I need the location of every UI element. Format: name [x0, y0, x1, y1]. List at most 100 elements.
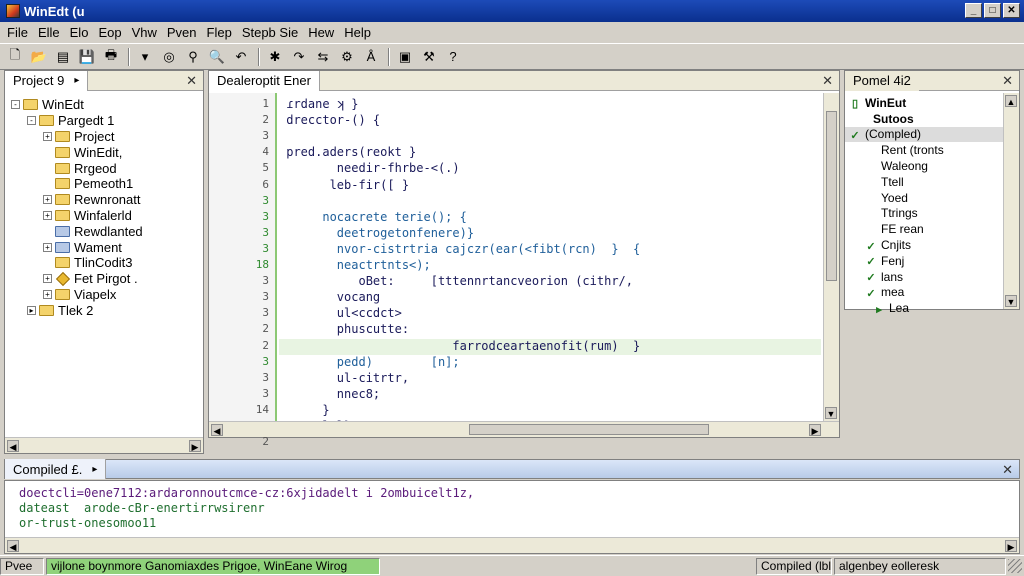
- tree-item[interactable]: + Rewnronatt: [7, 192, 201, 208]
- code-line[interactable]: oBet: [tttennrtancveorion (cithr/,: [279, 274, 821, 290]
- scroll-right-icon[interactable]: ▶: [189, 440, 201, 452]
- code-line[interactable]: leb-fir([ }: [279, 178, 821, 194]
- code-line[interactable]: pred.aders(reokt }: [279, 145, 821, 161]
- scroll-down-icon[interactable]: ▼: [1005, 295, 1017, 307]
- scroll-left-icon[interactable]: ◀: [7, 440, 19, 452]
- new-file-icon[interactable]: 🗋: [4, 46, 26, 68]
- undo-icon[interactable]: ↶: [230, 46, 252, 68]
- tab-arrow-icon[interactable]: ▸: [74, 75, 79, 86]
- open-folder-icon[interactable]: 📂: [28, 46, 50, 68]
- code-line[interactable]: nvor-cistrtria cajczr(ear(<fibt(rcn) } {: [279, 242, 821, 258]
- tab-compiler[interactable]: Compiled £. ▸: [5, 459, 107, 479]
- code-line[interactable]: [279, 129, 821, 145]
- tab-project[interactable]: Project 9 ▸: [5, 70, 89, 91]
- tree-item[interactable]: + Viapelx: [7, 287, 201, 303]
- structure-item[interactable]: Waleong: [845, 158, 1003, 174]
- collapse-icon[interactable]: -: [11, 100, 20, 110]
- code-line[interactable]: drecctor-() {: [279, 113, 821, 129]
- structure-item[interactable]: Sutoos: [845, 111, 1003, 127]
- tree-item[interactable]: ▸ Tlek 2: [7, 302, 201, 318]
- minimize-button[interactable]: _: [965, 3, 982, 18]
- code-line[interactable]: vocang: [279, 290, 821, 306]
- vertical-scroll-thumb[interactable]: [826, 111, 837, 281]
- code-line[interactable]: ul<ccdct>: [279, 306, 821, 322]
- structure-item[interactable]: ✓ mea: [845, 285, 1003, 301]
- menu-item-4[interactable]: Vhw: [127, 25, 162, 40]
- structure-item[interactable]: Ttrings: [845, 206, 1003, 222]
- structure-item[interactable]: Yoed: [845, 190, 1003, 206]
- tree-item[interactable]: + Wament: [7, 239, 201, 255]
- tree-item[interactable]: - WinEdt: [7, 97, 201, 113]
- tab-editor-document[interactable]: Dealeroptit Ener: [209, 70, 320, 91]
- tree-item[interactable]: WinEdit,: [7, 144, 201, 160]
- expand-icon[interactable]: +: [43, 195, 52, 205]
- code-line[interactable]: deetrogetonfenere)}: [279, 226, 821, 242]
- print-icon[interactable]: 🖶: [100, 46, 122, 68]
- collapse-icon[interactable]: -: [27, 116, 36, 126]
- expand-icon[interactable]: +: [43, 242, 52, 252]
- compiler-close-icon[interactable]: ✕: [1002, 462, 1013, 478]
- structure-item[interactable]: ▯ WinEut: [845, 95, 1003, 111]
- code-line[interactable]: neactrtnts<);: [279, 258, 821, 274]
- tree-item[interactable]: Rrgeod: [7, 160, 201, 176]
- viewer-icon[interactable]: ▣: [394, 46, 416, 68]
- code-editor[interactable]: ɾrdane ʞ } drecctor-() { pred.aders(reok…: [279, 93, 821, 421]
- scroll-right-icon[interactable]: ▶: [809, 424, 821, 436]
- project-horizontal-scrollbar[interactable]: ◀ ▶: [5, 437, 203, 453]
- menu-item-7[interactable]: Stepb Sie: [237, 25, 303, 40]
- scroll-down-icon[interactable]: ▼: [825, 407, 837, 419]
- save-all-icon[interactable]: ▤: [52, 46, 74, 68]
- editor-vertical-scrollbar[interactable]: ▼: [823, 93, 839, 421]
- structure-item[interactable]: ▸ Lea: [845, 300, 1003, 316]
- tree-item[interactable]: TlinCodit3: [7, 255, 201, 271]
- winedt-app-icon[interactable]: [6, 4, 20, 18]
- build-icon[interactable]: ⚙: [336, 46, 358, 68]
- tree-item[interactable]: + Project: [7, 129, 201, 145]
- menu-item-5[interactable]: Pven: [162, 25, 202, 40]
- editor-horizontal-scrollbar[interactable]: ◀ ▶: [209, 421, 839, 437]
- tab-structure[interactable]: Pomel 4i2: [845, 70, 919, 91]
- close-window-button[interactable]: ✕: [1003, 3, 1020, 18]
- structure-close-icon[interactable]: ✕: [1002, 73, 1013, 89]
- resize-grip[interactable]: [1008, 559, 1022, 573]
- expand-icon[interactable]: +: [43, 210, 52, 220]
- find-icon[interactable]: ⚲: [182, 46, 204, 68]
- menu-item-6[interactable]: Flep: [202, 25, 237, 40]
- structure-item[interactable]: Ttell: [845, 174, 1003, 190]
- menu-item-0[interactable]: File: [2, 25, 33, 40]
- code-line[interactable]: needir-fhrbe-<(.): [279, 161, 821, 177]
- structure-item[interactable]: ✓ Fenj: [845, 253, 1003, 269]
- help-icon[interactable]: ?: [442, 46, 464, 68]
- tree-item[interactable]: Rewdlanted: [7, 223, 201, 239]
- scroll-up-icon[interactable]: ▲: [1005, 95, 1017, 107]
- structure-item[interactable]: ✓ lans: [845, 269, 1003, 285]
- structure-vertical-scrollbar[interactable]: ▲ ▼: [1003, 93, 1019, 309]
- zoom-icon[interactable]: 🔍: [206, 46, 228, 68]
- tab-arrow-icon[interactable]: ▸: [92, 464, 97, 475]
- tex-icon[interactable]: Å: [360, 46, 382, 68]
- redo-icon[interactable]: ↷: [288, 46, 310, 68]
- maximize-button[interactable]: □: [984, 3, 1001, 18]
- scroll-left-icon[interactable]: ◀: [7, 540, 19, 552]
- preview-icon[interactable]: ◎: [158, 46, 180, 68]
- menu-item-9[interactable]: Help: [339, 25, 376, 40]
- structure-item[interactable]: ✓ (Compled): [845, 126, 1003, 143]
- code-line[interactable]: nocacrete terie(); {: [279, 210, 821, 226]
- settings-icon[interactable]: ⚒: [418, 46, 440, 68]
- expand-icon[interactable]: +: [43, 131, 52, 141]
- code-line[interactable]: pedd) [n];: [279, 355, 821, 371]
- tree-item[interactable]: Pemeoth1: [7, 176, 201, 192]
- code-line[interactable]: ɾrdane ʞ }: [279, 97, 821, 113]
- title-bar[interactable]: WinEdt (u _ □ ✕: [0, 0, 1024, 22]
- expand-icon[interactable]: +: [43, 289, 52, 299]
- tree-item[interactable]: + Fet Pirgot .: [7, 271, 201, 287]
- code-line[interactable]: farrodceartaenofit(rum) }: [279, 338, 821, 355]
- compiler-output-panel[interactable]: doectcli=0ene7112:ardaronnoutcmce-cz:6xj…: [4, 480, 1020, 554]
- code-line[interactable]: nnec8;: [279, 387, 821, 403]
- menu-item-1[interactable]: Elle: [33, 25, 65, 40]
- editor-close-icon[interactable]: ✕: [822, 73, 833, 89]
- project-close-icon[interactable]: ✕: [186, 73, 197, 89]
- code-line[interactable]: [279, 194, 821, 210]
- horizontal-scroll-thumb[interactable]: [469, 424, 709, 435]
- dropdown-icon[interactable]: ▾: [134, 46, 156, 68]
